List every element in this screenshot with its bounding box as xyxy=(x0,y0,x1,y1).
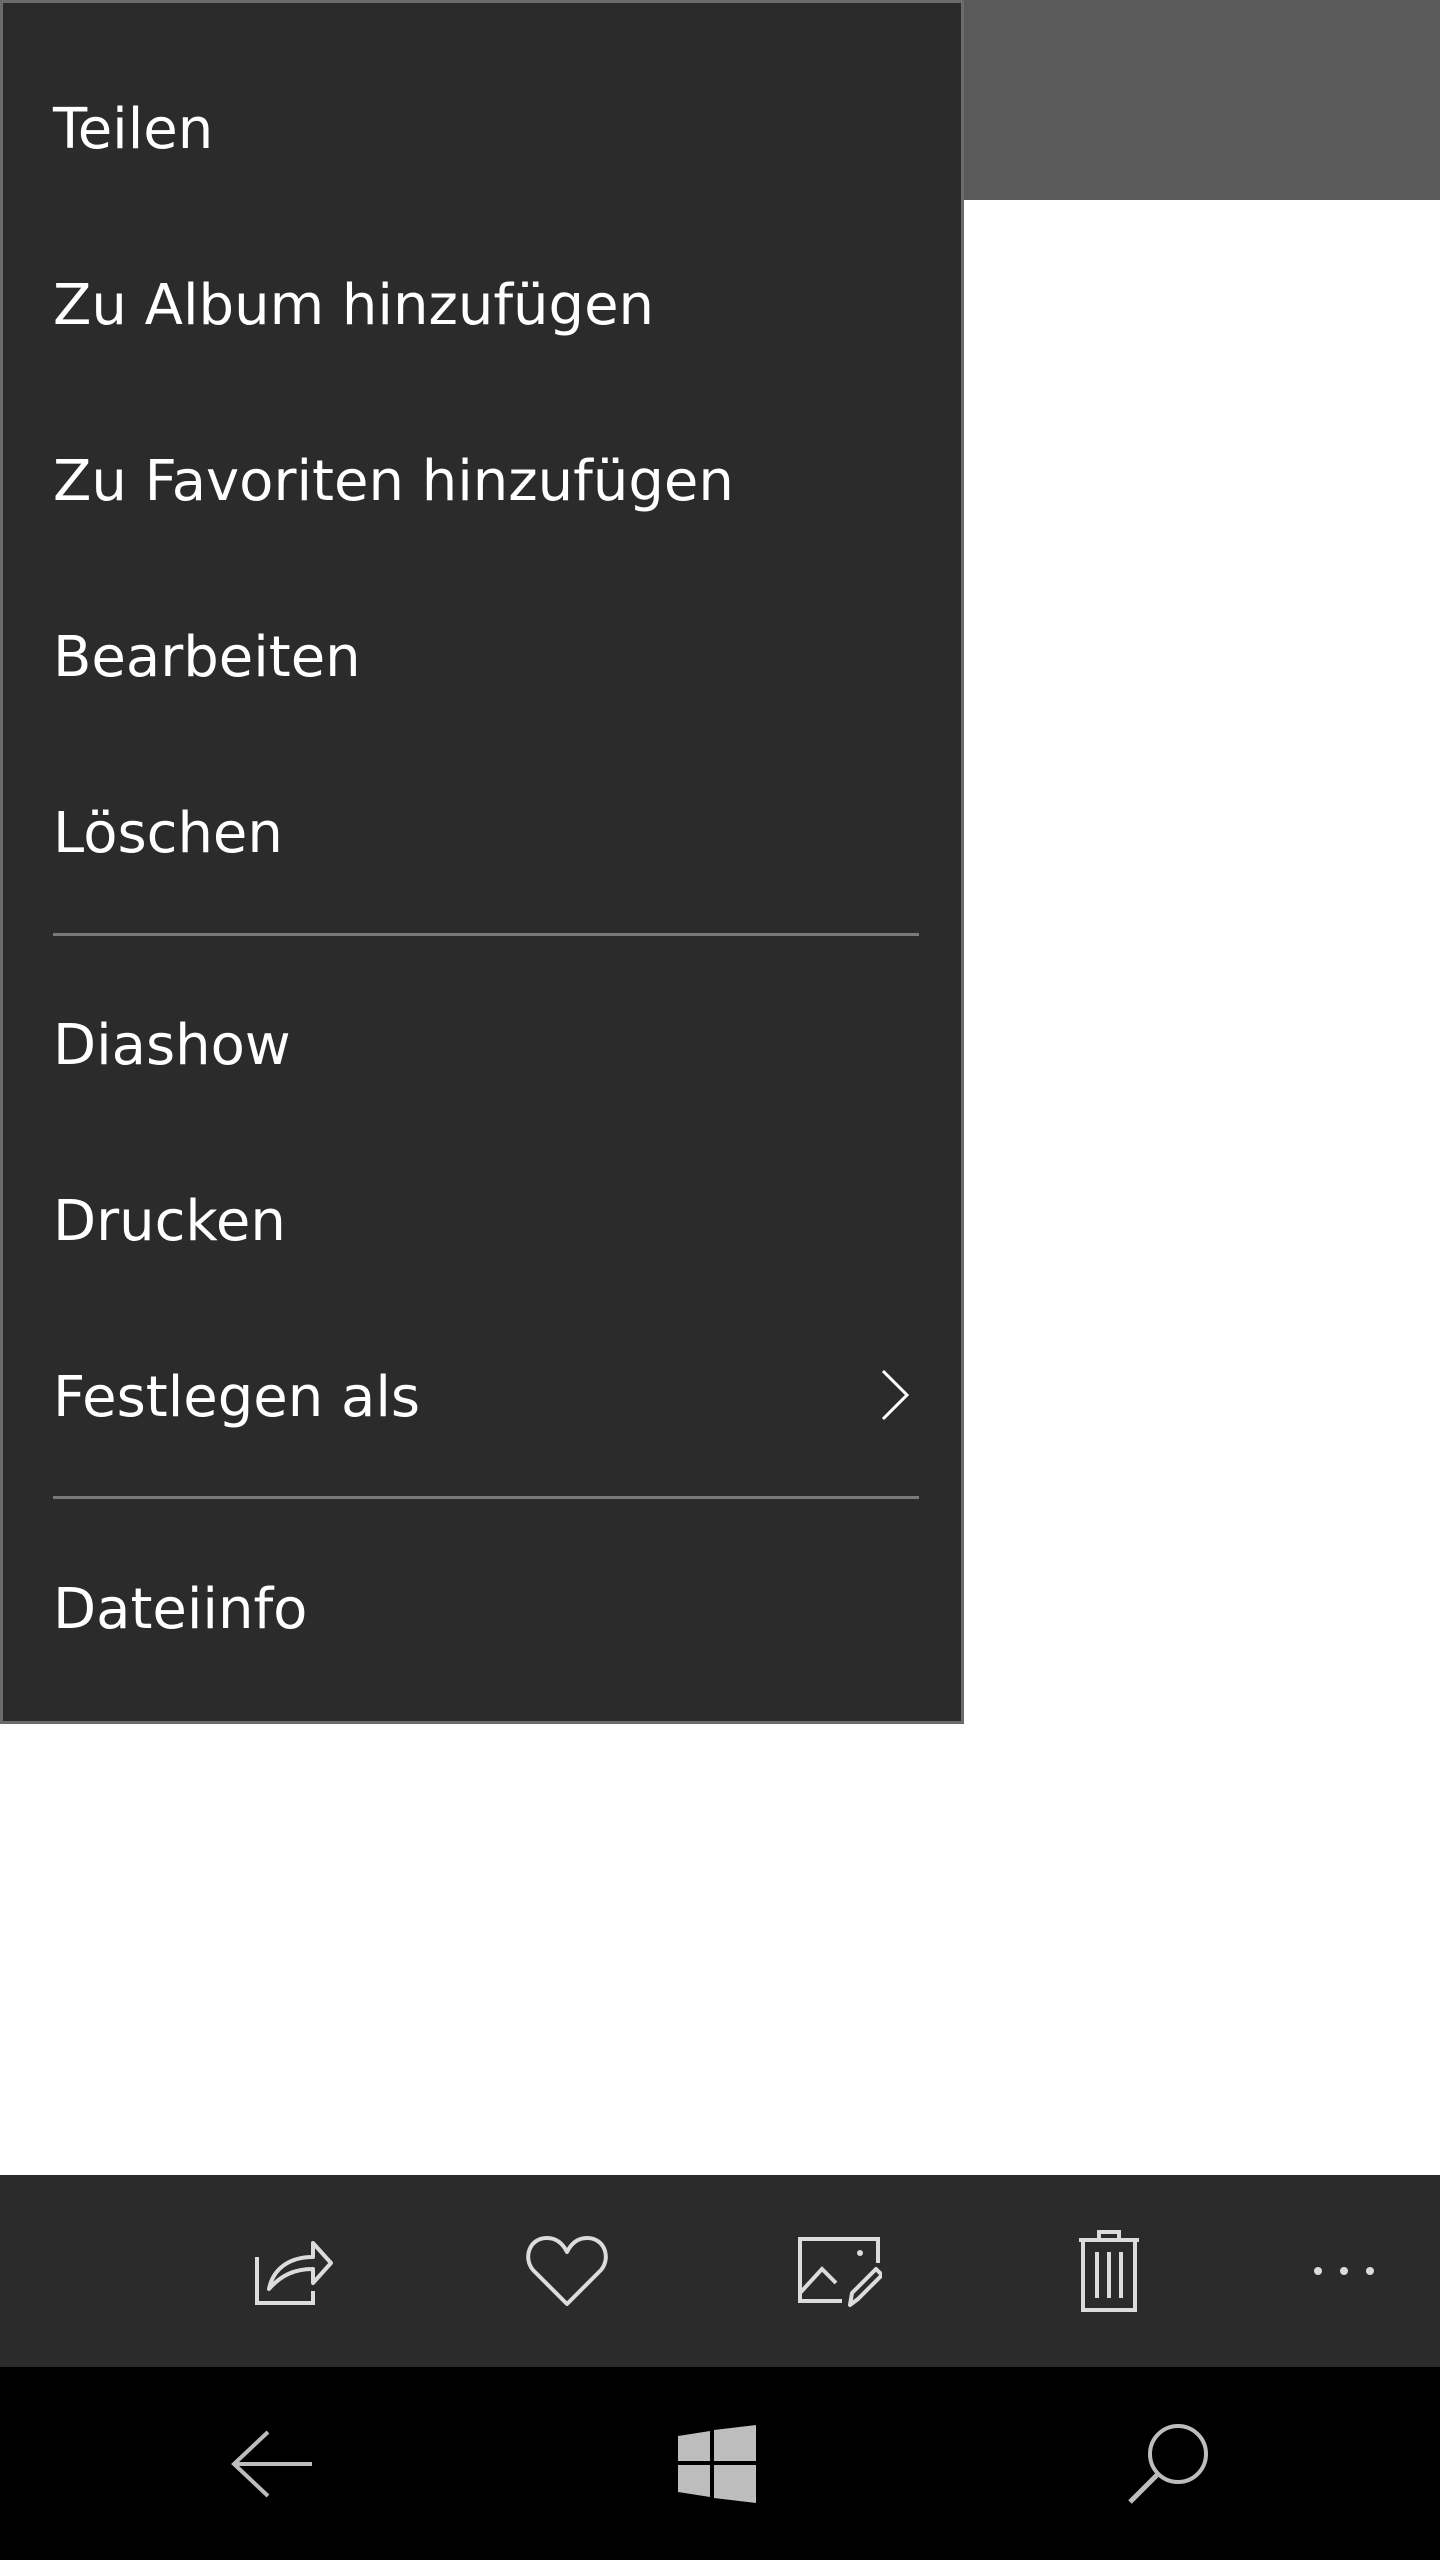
photo-viewer-screen: Teilen Zu Album hinzufügen Zu Favoriten … xyxy=(0,0,1440,2560)
share-icon xyxy=(255,2241,333,2305)
share-button[interactable] xyxy=(213,2175,373,2367)
menu-item-slideshow[interactable]: Diashow xyxy=(3,955,961,1131)
back-arrow-icon xyxy=(231,2430,312,2497)
menu-item-add-to-favorites[interactable]: Zu Favoriten hinzufügen xyxy=(3,391,961,567)
menu-item-print[interactable]: Drucken xyxy=(3,1131,961,1307)
favorite-button[interactable] xyxy=(487,2175,647,2367)
app-bar xyxy=(0,2175,1440,2367)
windows-logo-icon xyxy=(678,2424,756,2503)
menu-item-label: Löschen xyxy=(53,801,283,867)
menu-item-file-info[interactable]: Dateiinfo xyxy=(3,1519,961,1695)
menu-item-set-as[interactable]: Festlegen als xyxy=(3,1307,961,1483)
menu-item-label: Diashow xyxy=(53,1013,291,1079)
search-button[interactable] xyxy=(1068,2367,1268,2560)
delete-button[interactable] xyxy=(1029,2175,1189,2367)
menu-item-share[interactable]: Teilen xyxy=(3,39,961,215)
search-icon xyxy=(1128,2423,1208,2504)
more-icon xyxy=(1314,2267,1374,2275)
menu-item-add-to-album[interactable]: Zu Album hinzufügen xyxy=(3,215,961,391)
menu-item-label: Festlegen als xyxy=(53,1365,421,1431)
menu-item-label: Dateiinfo xyxy=(53,1577,308,1643)
more-button[interactable] xyxy=(1264,2175,1424,2367)
trash-icon xyxy=(1079,2230,1139,2312)
back-button[interactable] xyxy=(172,2367,372,2560)
menu-item-label: Bearbeiten xyxy=(53,625,361,691)
menu-item-label: Zu Favoriten hinzufügen xyxy=(53,449,734,515)
navigation-bar xyxy=(0,2367,1440,2560)
menu-item-edit[interactable]: Bearbeiten xyxy=(3,567,961,743)
start-button[interactable] xyxy=(617,2367,817,2560)
edit-button[interactable] xyxy=(759,2175,919,2367)
menu-item-label: Zu Album hinzufügen xyxy=(53,273,655,339)
menu-separator xyxy=(53,1496,919,1499)
heart-icon xyxy=(526,2236,608,2306)
menu-separator xyxy=(53,933,919,936)
edit-image-icon xyxy=(798,2237,882,2307)
menu-item-label: Drucken xyxy=(53,1189,286,1255)
menu-item-delete[interactable]: Löschen xyxy=(3,743,961,919)
menu-item-label: Teilen xyxy=(53,97,214,163)
chevron-right-icon xyxy=(881,1369,910,1421)
context-menu: Teilen Zu Album hinzufügen Zu Favoriten … xyxy=(0,0,964,1724)
